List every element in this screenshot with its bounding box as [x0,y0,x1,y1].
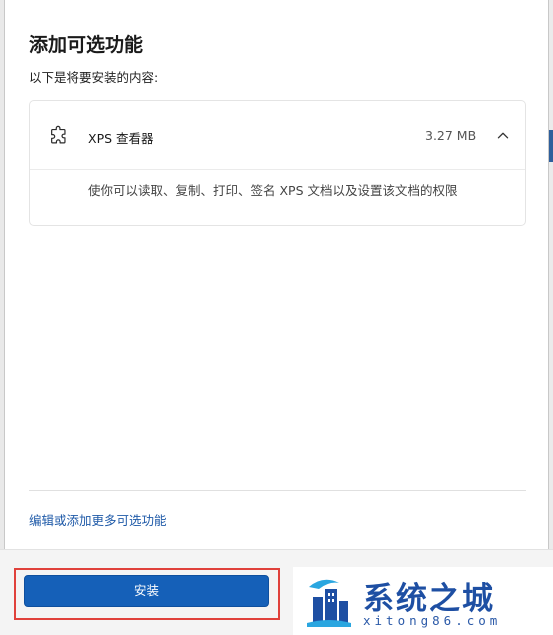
feature-size: 3.27 MB [425,128,477,143]
feature-card: XPS 查看器 3.27 MB 使你可以读取、复制、打印、签名 XPS 文档以及… [29,100,526,226]
install-button[interactable]: 安装 [24,575,269,607]
feature-description: 使你可以读取、复制、打印、签名 XPS 文档以及设置该文档的权限 [88,183,458,198]
feature-name: XPS 查看器 [88,131,154,146]
dialog-subtitle: 以下是将要安装的内容: [29,70,159,85]
puzzle-icon [51,125,66,144]
divider [29,490,526,491]
chevron-up-icon[interactable] [492,125,514,147]
dialog-title: 添加可选功能 [29,34,144,56]
background-window-accent [549,130,553,162]
feature-header[interactable]: XPS 查看器 3.27 MB [30,101,525,170]
city-logo-icon [307,579,351,627]
watermark-title: 系统之城 [363,581,495,617]
add-optional-feature-dialog: 添加可选功能 以下是将要安装的内容: XPS 查看器 3.27 MB 使你可以读… [4,0,549,635]
edit-optional-features-link[interactable]: 编辑或添加更多可选功能 [29,510,167,529]
watermark: 系统之城 xitong86.com [293,567,553,635]
watermark-site: xitong86.com [363,613,502,628]
